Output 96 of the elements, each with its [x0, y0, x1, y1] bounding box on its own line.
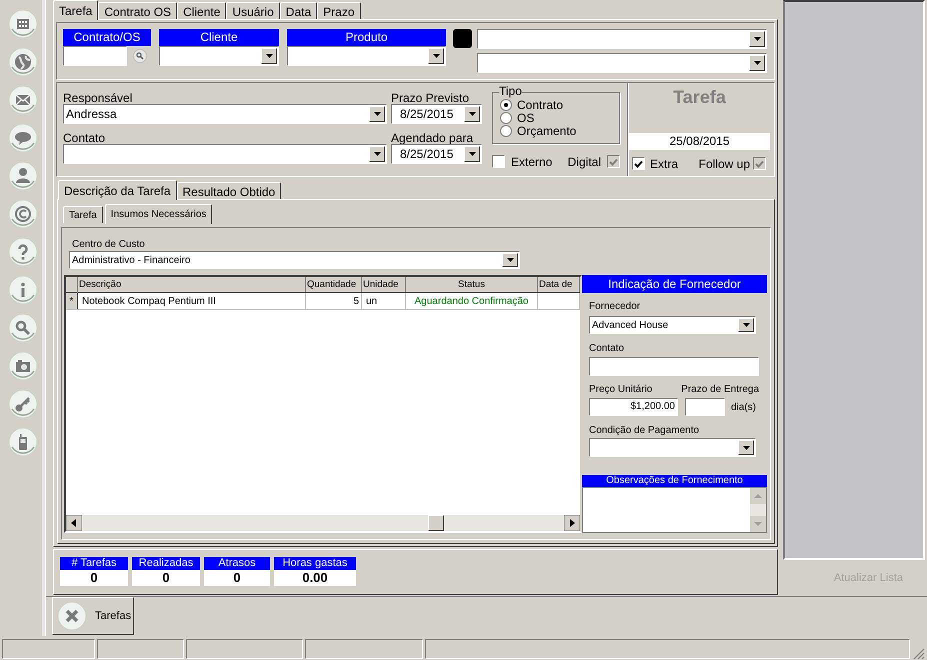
table-cell: 5	[306, 293, 362, 310]
info-icon[interactable]	[8, 275, 38, 305]
key-icon[interactable]	[8, 389, 38, 419]
globe-icon[interactable]	[8, 47, 38, 77]
table-cell: Notebook Compaq Pentium III	[78, 293, 306, 310]
resize-grip-icon[interactable]	[913, 648, 925, 660]
stat-value: 0	[132, 570, 200, 586]
text-field[interactable]	[63, 46, 127, 66]
date-picker[interactable]: 8/25/2015	[391, 144, 482, 164]
search-icon[interactable]	[133, 49, 147, 63]
dropdown-field[interactable]	[159, 46, 279, 66]
panel-title: Tarefa	[672, 86, 727, 109]
stat-value: 0	[60, 570, 128, 586]
field-label: Prazo Previsto	[391, 90, 470, 104]
text-field[interactable]	[589, 357, 759, 376]
tab[interactable]: Descrição da Tarefa	[58, 180, 176, 200]
radio-button[interactable]	[500, 99, 512, 112]
stat-label: Realizadas	[132, 557, 200, 570]
column-header: Produto	[287, 29, 446, 46]
tab[interactable]: Tarefa	[53, 0, 98, 20]
dropdown-field[interactable]: Administrativo - Financeiro	[69, 251, 520, 270]
column-header[interactable]: Quantidade	[306, 277, 362, 292]
scroll-thumb[interactable]	[428, 515, 444, 532]
unit-label: dia(s)	[731, 400, 756, 415]
dropdown-field[interactable]	[589, 438, 756, 458]
field-label: Centro de Custo	[72, 238, 146, 250]
field-label: Prazo de Entrega	[681, 383, 759, 394]
field-label: Agendado para	[391, 130, 474, 144]
person-icon[interactable]	[8, 161, 38, 191]
radio-button[interactable]	[500, 112, 512, 124]
field-label: Preço Unitário	[589, 383, 654, 394]
checkbox[interactable]	[632, 157, 645, 170]
stat-label: Atrasos	[204, 557, 270, 570]
calendar-icon[interactable]	[8, 9, 38, 39]
color-swatch[interactable]	[453, 29, 472, 48]
tab[interactable]: Resultado Obtido	[176, 182, 282, 200]
column-header: Contrato/OS	[63, 29, 151, 46]
speech-bubble-icon[interactable]	[8, 123, 38, 153]
column-header[interactable]: Unidade	[362, 277, 406, 292]
checkbox-label: Follow up	[698, 156, 750, 173]
dropdown-field[interactable]	[63, 144, 387, 164]
search-icon[interactable]	[8, 313, 38, 343]
mobile-phone-icon[interactable]	[8, 427, 38, 457]
checkbox-label: Extra	[650, 156, 678, 173]
radio-button[interactable]	[500, 125, 512, 138]
field-label: Fornecedor	[589, 300, 642, 312]
stat-label: # Tarefas	[60, 557, 128, 570]
tab[interactable]: Prazo	[317, 2, 360, 19]
tab[interactable]: Insumos Necessários	[104, 204, 212, 224]
scroll-up-icon[interactable]	[750, 488, 766, 504]
dropdown-field[interactable]: Andressa	[63, 104, 387, 124]
question-mark-icon[interactable]	[8, 237, 38, 267]
column-header: Cliente	[159, 29, 279, 46]
text-area[interactable]	[582, 487, 767, 534]
document-tab[interactable]: Tarefas	[52, 597, 134, 635]
dropdown-field[interactable]	[287, 46, 446, 66]
field-label: Contato	[589, 342, 626, 354]
column-header[interactable]: Descrição	[78, 277, 306, 292]
column-header[interactable]: Status	[406, 277, 538, 292]
checkbox-label: Digital	[568, 154, 601, 171]
text-field[interactable]: $1,200.00	[589, 398, 678, 416]
field-label: Responsável	[63, 90, 134, 104]
field-label: Contato	[63, 130, 106, 144]
checkbox[interactable]	[492, 155, 505, 168]
dropdown-field[interactable]	[477, 29, 767, 49]
vertical-scrollbar[interactable]	[750, 488, 766, 532]
scroll-right-icon[interactable]	[564, 515, 580, 532]
row-marker: *	[66, 293, 78, 310]
tab[interactable]: Usuário	[226, 2, 280, 19]
date-label: 25/08/2015	[629, 132, 770, 150]
checkbox-label: Externo	[511, 154, 552, 171]
tab[interactable]: Tarefa	[63, 206, 103, 224]
camera-icon[interactable]	[8, 351, 38, 381]
text-field[interactable]	[685, 398, 725, 416]
stat-label: Horas gastas	[274, 557, 356, 570]
scroll-down-icon[interactable]	[750, 516, 766, 532]
stat-value: 0.00	[274, 570, 356, 586]
group-label: Tipo	[499, 84, 522, 98]
dropdown-field[interactable]	[477, 53, 767, 73]
envelope-icon[interactable]	[8, 85, 38, 115]
table-cell: Aguardando Confirmação	[406, 293, 538, 310]
panel-title: Observações de Fornecimento	[582, 475, 767, 488]
column-header[interactable]: Data de	[538, 277, 580, 292]
panel-title: Indicação de Fornecedor	[582, 275, 767, 294]
close-icon[interactable]	[57, 601, 87, 631]
field-label: Condição de Pagamento	[589, 424, 700, 436]
horizontal-scrollbar[interactable]	[66, 515, 580, 532]
tab[interactable]: Data	[280, 2, 318, 19]
date-picker[interactable]: 8/25/2015	[391, 104, 482, 124]
table-cell: un	[362, 293, 406, 310]
dropdown-field[interactable]: Advanced House	[589, 316, 756, 334]
tab[interactable]: Cliente	[177, 2, 226, 19]
scroll-left-icon[interactable]	[66, 515, 82, 532]
copyright-icon[interactable]	[8, 199, 38, 229]
stat-value: 0	[204, 570, 270, 586]
tab[interactable]: Contrato OS	[98, 2, 178, 19]
